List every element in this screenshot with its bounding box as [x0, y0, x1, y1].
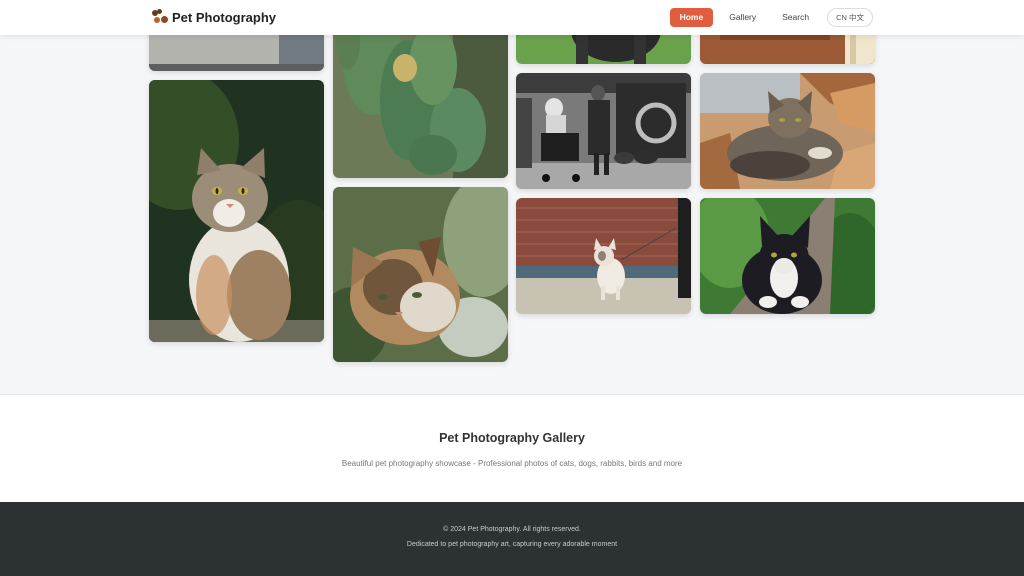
paw-icon — [152, 9, 168, 25]
footer-description: Beautiful pet photography showcase - Pro… — [341, 459, 683, 468]
gallery-photo-street-scene[interactable] — [516, 73, 691, 189]
nav-gallery-button[interactable]: Gallery — [719, 8, 766, 27]
gallery-photo-calico-cat[interactable] — [333, 187, 508, 362]
copyright-text: © 2024 Pet Photography. All rights reser… — [443, 526, 581, 533]
site-header: Pet Photography Home Gallery Search CN 中… — [0, 0, 1024, 35]
gallery-photo-black-white-cat[interactable] — [700, 198, 875, 314]
nav-home-button[interactable]: Home — [669, 8, 714, 27]
brand-logo[interactable]: Pet Photography — [152, 9, 276, 25]
nav-search-button[interactable]: Search — [772, 8, 819, 27]
footer-bottom: © 2024 Pet Photography. All rights reser… — [0, 502, 1024, 576]
gallery-photo-french-bulldog[interactable] — [516, 198, 691, 314]
photo-gallery — [0, 0, 1024, 394]
gallery-photo-tabby-cat[interactable] — [149, 80, 324, 342]
language-toggle-button[interactable]: CN 中文 — [827, 8, 873, 27]
footer-title: Pet Photography Gallery — [439, 431, 585, 445]
main-nav: Home Gallery Search CN 中文 — [669, 8, 873, 27]
footer-tagline: Dedicated to pet photography art, captur… — [406, 541, 618, 548]
brand-name: Pet Photography — [172, 9, 277, 25]
footer-info: Pet Photography Gallery Beautiful pet ph… — [0, 394, 1024, 502]
gallery-photo-cat-on-firewood[interactable] — [700, 73, 875, 189]
